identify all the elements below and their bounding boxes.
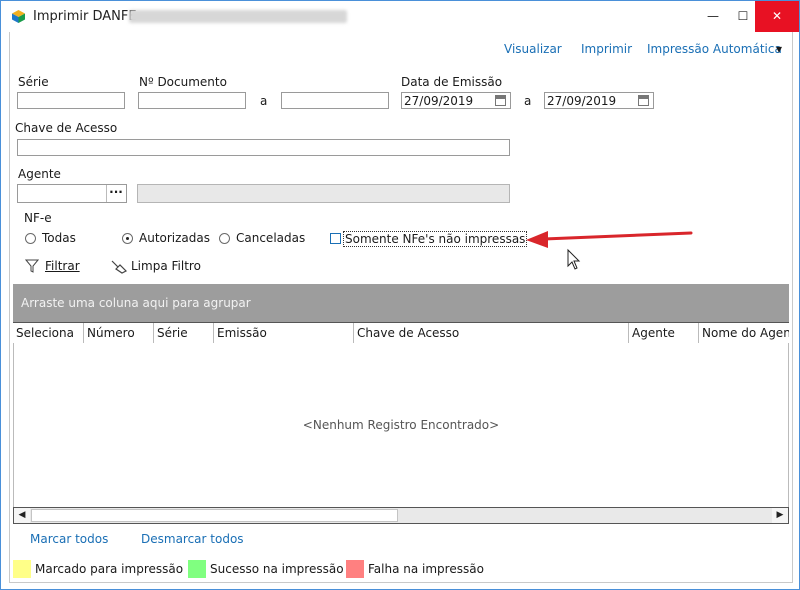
data-range-separator: a — [524, 94, 532, 108]
data-emissao-to-input[interactable]: 27/09/2019 — [544, 92, 654, 109]
legend-label-falha: Falha na impressão — [368, 562, 484, 576]
legend-swatch-marcado — [13, 560, 31, 578]
serie-input[interactable] — [17, 92, 125, 109]
visualizar-link[interactable]: Visualizar — [504, 42, 562, 56]
column-header-numero[interactable]: Número — [83, 323, 153, 344]
calendar-icon[interactable] — [638, 95, 649, 106]
legend-swatch-sucesso — [188, 560, 206, 578]
grid-body[interactable]: <Nenhum Registro Encontrado> — [13, 343, 789, 507]
column-header-seleciona[interactable]: Seleciona — [13, 323, 83, 344]
agente-lookup-button[interactable]: ··· — [106, 185, 125, 202]
column-header-agente[interactable]: Agente — [628, 323, 698, 344]
column-header-nome-agente[interactable]: Nome do Agente — [698, 323, 789, 344]
numero-range-separator: a — [260, 94, 268, 108]
desmarcar-todos-link[interactable]: Desmarcar todos — [141, 532, 244, 546]
column-header-chave-acesso[interactable]: Chave de Acesso — [353, 323, 628, 344]
title-redacted — [129, 10, 347, 23]
chave-acesso-input[interactable] — [17, 139, 510, 156]
grid-header: Seleciona Número Série Emissão Chave de … — [13, 322, 789, 345]
numero-documento-label: Nº Documento — [139, 75, 227, 89]
legend-label-sucesso: Sucesso na impressão — [210, 562, 344, 576]
scroll-left-icon[interactable]: ◀ — [14, 508, 30, 523]
data-emissao-to-value: 27/09/2019 — [547, 94, 617, 108]
filter-icon[interactable] — [25, 259, 39, 273]
numero-documento-to-input[interactable] — [281, 92, 389, 109]
maximize-button[interactable]: ☐ — [728, 1, 758, 32]
group-hint-text: Arraste uma coluna aqui para agrupar — [21, 296, 251, 310]
agente-code-input[interactable]: ··· — [17, 184, 127, 203]
data-emissao-from-value: 27/09/2019 — [404, 94, 474, 108]
nfe-label: NF-e — [24, 211, 52, 225]
radio-autorizadas[interactable] — [122, 233, 133, 244]
radio-todas[interactable] — [25, 233, 36, 244]
window-title: Imprimir DANFE — [33, 9, 137, 24]
print-danfe-window: Imprimir DANFE — ☐ ✕ Visualizar Imprimir… — [0, 0, 800, 590]
radio-canceladas[interactable] — [219, 233, 230, 244]
minimize-button[interactable]: — — [698, 1, 728, 32]
limpa-filtro-button[interactable]: Limpa Filtro — [131, 259, 201, 273]
radio-autorizadas-label[interactable]: Autorizadas — [139, 231, 210, 245]
eraser-broom-icon[interactable] — [110, 258, 128, 274]
app-logo-icon — [12, 10, 25, 23]
scroll-right-icon[interactable]: ▶ — [772, 508, 788, 523]
impressao-automatica-link[interactable]: Impressão Automática — [647, 42, 782, 56]
chevron-down-icon[interactable]: ▾ — [776, 42, 782, 56]
calendar-icon[interactable] — [495, 95, 506, 106]
somente-nao-impressas-label[interactable]: Somente NFe's não impressas — [343, 231, 528, 247]
radio-canceladas-label[interactable]: Canceladas — [236, 231, 305, 245]
annotation-arrow-icon — [526, 231, 693, 270]
column-header-emissao[interactable]: Emissão — [213, 323, 353, 344]
horizontal-scrollbar[interactable]: ◀ ▶ — [13, 507, 789, 524]
scrollbar-thumb[interactable] — [31, 509, 398, 522]
empty-grid-message: <Nenhum Registro Encontrado> — [302, 418, 500, 432]
numero-documento-from-input[interactable] — [138, 92, 246, 109]
data-emissao-label: Data de Emissão — [401, 75, 503, 89]
column-header-serie[interactable]: Série — [153, 323, 213, 344]
marcar-todos-link[interactable]: Marcar todos — [30, 532, 108, 546]
somente-nao-impressas-checkbox[interactable] — [330, 233, 341, 244]
radio-todas-label[interactable]: Todas — [42, 231, 76, 245]
title-bar[interactable]: Imprimir DANFE — ☐ ✕ — [1, 1, 799, 32]
agente-label: Agente — [18, 167, 61, 181]
chave-acesso-label: Chave de Acesso — [15, 121, 118, 135]
close-button[interactable]: ✕ — [755, 1, 799, 32]
data-emissao-from-input[interactable]: 27/09/2019 — [401, 92, 511, 109]
legend-label-marcado: Marcado para impressão — [35, 562, 184, 576]
imprimir-link[interactable]: Imprimir — [581, 42, 632, 56]
filtrar-button[interactable]: Filtrar — [45, 259, 80, 273]
group-by-panel[interactable]: Arraste uma coluna aqui para agrupar — [13, 284, 789, 322]
legend-swatch-falha — [346, 560, 364, 578]
agente-name-field — [137, 184, 510, 203]
serie-label: Série — [18, 75, 49, 89]
